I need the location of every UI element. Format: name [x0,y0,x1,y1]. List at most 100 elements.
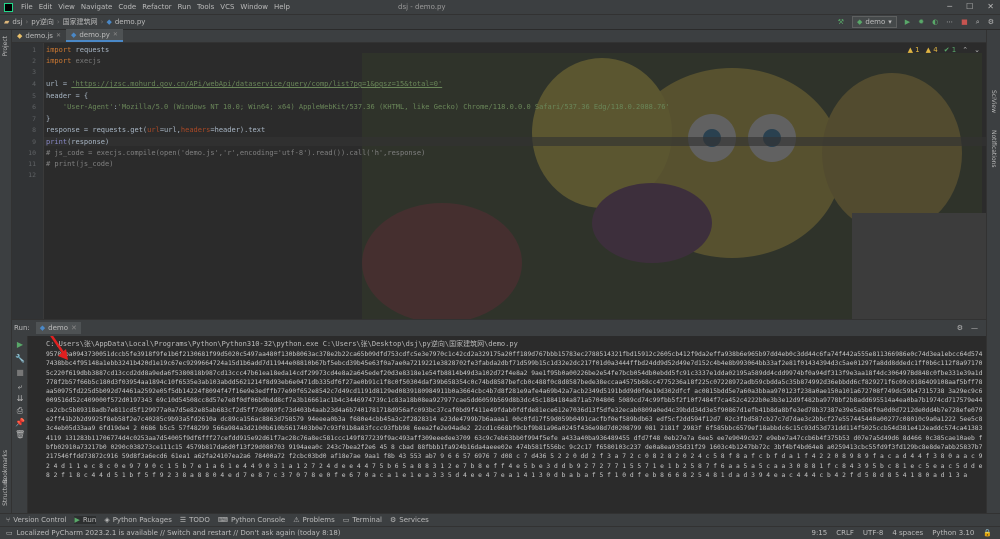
line-separator[interactable]: CRLF [836,529,854,537]
tool-problems[interactable]: ⚠ Problems [293,516,335,524]
menu-vcs[interactable]: VCS [220,3,234,11]
inspection-widget[interactable]: ▲ 1 ▲ 4 ✔ 1 ⌃ ⌄ [908,46,980,54]
minimize-icon[interactable]: ─ [947,2,952,11]
code-text: } [46,115,51,123]
menu-file[interactable]: File [21,3,33,11]
chevron-up-icon[interactable]: ⌃ [962,46,968,54]
close-window-icon[interactable]: ✕ [987,2,994,11]
more-run-icon[interactable]: ⋯ [946,18,953,26]
rerun-icon[interactable]: ▶ [15,340,25,350]
code-line-10: # js_code = execjs.compile(open('demo.js… [46,149,425,157]
pin-icon[interactable]: 📌 [15,418,25,428]
code-text: (response) [67,138,110,146]
soft-wrap-icon[interactable]: ⤶ [15,382,25,392]
menu-code[interactable]: Code [118,3,136,11]
menu-navigate[interactable]: Navigate [81,3,112,11]
menu-help[interactable]: Help [274,3,290,11]
close-tab-icon[interactable]: ✕ [56,32,61,39]
run-tab-label: demo [48,324,69,332]
menu-edit[interactable]: Edit [39,3,53,11]
coverage-icon[interactable]: ◐ [932,18,938,26]
file-encoding[interactable]: UTF-8 [863,529,883,537]
breadcrumb-py[interactable]: py逆向 [31,17,54,27]
caret-position[interactable]: 9:15 [812,529,828,537]
warning-count: ▲ 1 [907,46,920,54]
tool-services[interactable]: ⚙ Services [390,516,429,524]
run-console-output[interactable]: C:\Users\张\AppData\Local\Programs\Python… [28,336,986,513]
tool-python-console[interactable]: ⌨ Python Console [218,516,285,524]
search-everywhere-icon[interactable]: ⌕ [976,18,980,27]
run-icon[interactable]: ▶ [905,18,910,26]
keyword: import [46,57,72,65]
run-panel-label: Run: [14,324,30,332]
line-number: 12 [28,171,36,179]
menu-run[interactable]: Run [178,3,191,11]
hammer-icon[interactable]: ⚒ [838,18,844,26]
comment: # js_code = execjs.compile(open('demo.js… [46,149,426,157]
branch-icon: ⑂ [6,516,11,524]
status-message[interactable]: Localized PyCharm 2023.2.1 is available … [17,529,341,537]
code-editor[interactable]: 1 2 3 4 5 6 7 8 9 10 11 12 import reques… [12,43,986,319]
tool-version-control[interactable]: ⑂ Version Control [6,516,66,524]
line-number: 11 [28,160,36,168]
breadcrumb-file[interactable]: demo.py [115,18,146,26]
code-text: requests [71,46,110,54]
tool-label: Version Control [13,516,67,524]
tool-python-packages[interactable]: ◈ Python Packages [104,516,172,524]
code-line-8: response = requests.get(url=url,headers=… [46,126,265,134]
tool-terminal[interactable]: ▭ Terminal [343,516,382,524]
line-number: 8 [32,126,36,134]
breadcrumb-project[interactable]: 国家建筑网 [63,17,98,27]
structure-tool-button[interactable]: Structure [2,478,9,506]
menu-view[interactable]: View [58,3,75,11]
minimize-panel-icon[interactable]: — [971,324,978,332]
terminal-icon: ▭ [342,516,350,524]
chevron-down-icon[interactable]: ⌄ [974,46,980,54]
settings-icon[interactable]: ⚙ [957,324,963,332]
close-tab-icon[interactable]: ✕ [113,31,118,38]
menu-bar: File Edit View Navigate Code Refactor Ru… [0,0,1000,14]
chevron-down-icon: ▾ [888,18,892,26]
run-config-select[interactable]: ◆ demo ▾ [852,16,897,28]
url-string[interactable]: 'https://jzsc.mohurd.gov.cn/APi/webApi/d… [71,80,442,88]
code-line-5: header = { [46,92,88,100]
run-tab-demo[interactable]: ◆ demo ✕ [35,322,81,334]
menu-tools[interactable]: Tools [197,3,214,11]
code-text: =header).text [210,126,266,134]
project-tool-button[interactable]: Project [2,36,9,57]
todo-icon: ☰ [179,516,187,524]
tool-todo[interactable]: ☰ TODO [180,516,210,524]
lock-icon[interactable]: 🔒 [983,529,992,537]
run-panel-header: Run: ◆ demo ✕ ⚙ — [12,319,986,336]
code-line-1: import requests [46,46,109,54]
breadcrumb-dsj[interactable]: dsj [12,18,22,26]
wrench-icon[interactable]: 🔧 [15,354,25,364]
scroll-to-end-icon[interactable]: ⇊ [15,394,25,404]
code-text: header = { [46,92,89,100]
stop-icon[interactable]: ■ [15,368,25,378]
delete-icon[interactable]: 🗑 [15,430,25,440]
menu-refactor[interactable]: Refactor [142,3,171,11]
sciview-tool-button[interactable]: SciView [990,90,997,113]
print-icon[interactable]: ⎙ [15,406,25,416]
navigation-bar: ▰ dsj › py逆向 › 国家建筑网 › ◆ demo.py ⚒ ◆ dem… [0,14,1000,30]
python-file-icon: ◆ [106,18,112,26]
settings-icon[interactable]: ⚙ [988,18,994,26]
tool-run[interactable]: ▶ Run [74,516,97,524]
menu-window[interactable]: Window [240,3,268,11]
string: 'User-Agent' [62,103,114,111]
maximize-icon[interactable]: ☐ [966,2,973,11]
tab-demo-js[interactable]: ◆ demo.js ✕ [12,29,66,42]
red-arrow-annotation-icon [50,336,68,360]
current-line-highlight [44,137,986,146]
line-number: 1 [32,46,36,54]
run-panel-toolbar: ▶ 🔧 ■ ⤶ ⇊ ⎙ 📌 🗑 ↑ ↓ [12,336,37,513]
notifications-tool-button[interactable]: Notifications [990,130,997,168]
python-interpreter[interactable]: Python 3.10 [932,529,974,537]
debug-icon[interactable]: ✹ [918,18,924,26]
tab-demo-py[interactable]: ◆ demo.py ✕ [65,29,123,42]
close-tab-icon[interactable]: ✕ [71,324,77,332]
code-line-7: } [46,115,50,123]
stop-icon[interactable]: ■ [961,18,968,26]
indent-setting[interactable]: 4 spaces [892,529,923,537]
